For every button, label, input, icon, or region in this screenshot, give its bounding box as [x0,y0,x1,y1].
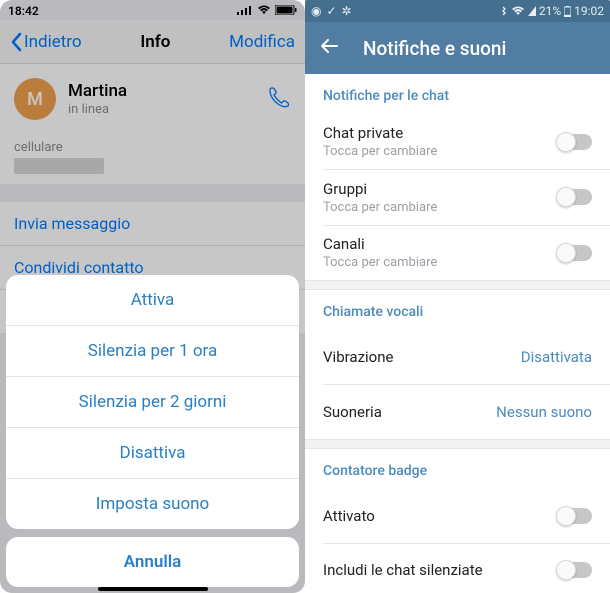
row-label: Chat private [323,124,558,142]
section-chat-title: Notifiche per le chat [305,74,610,114]
section-voice-title: Chiamate vocali [305,290,610,330]
back-label: Indietro [24,32,82,52]
row-sub: Tocca per cambiare [323,144,558,159]
android-screen: ◉ ✓ ✲ 21% 19:02 Notifiche e suoni Notifi… [305,0,610,593]
row-channels[interactable]: Canali Tocca per cambiare [305,225,610,280]
nav-title: Info [140,32,170,52]
toggle-groups[interactable] [558,189,592,205]
status-left-icons: ◉ ✓ ✲ [311,4,352,18]
status-right-icons: 21% 19:02 [502,4,604,18]
send-message-link[interactable]: Invia messaggio [0,202,305,246]
ios-screen: 18:42 Indietro Info Modifica M Martina i… [0,0,305,593]
battery-icon [275,4,297,18]
row-label: Canali [323,235,558,253]
phone-label: cellulare [14,140,291,155]
row-vibration[interactable]: Vibrazione Disattivata [305,330,610,384]
call-button[interactable] [267,85,291,113]
phone-value-redacted [14,158,104,174]
row-label: Gruppi [323,180,558,198]
toggle-include-muted[interactable] [558,562,592,578]
status-time: 18:42 [8,4,39,18]
row-groups[interactable]: Gruppi Tocca per cambiare [305,170,610,225]
telegram-icon: ◉ [311,4,321,18]
phone-field: cellulare [0,134,305,184]
contact-status: in linea [68,102,267,117]
sheet-option-set-sound[interactable]: Imposta suono [6,479,299,529]
app-bar-title: Notifiche e suoni [363,37,506,60]
section-gap [305,280,610,290]
contact-meta: Martina in linea [68,81,267,117]
check-icon: ✓ [326,4,336,18]
toggle-channels[interactable] [558,245,592,261]
ios-status-bar: 18:42 [0,0,305,20]
battery-icon [564,6,571,17]
row-value: Disattivata [521,348,592,366]
contact-header: M Martina in linea [0,64,305,134]
row-label: Includi le chat silenziate [323,561,558,579]
row-sub: Tocca per cambiare [323,200,558,215]
row-label: Attivato [323,507,558,525]
signal-icon [237,4,253,18]
vibrate-icon [502,6,508,16]
toggle-badge-enabled[interactable] [558,508,592,524]
wifi-icon [257,4,271,18]
settings-gear-icon: ✲ [342,4,352,18]
row-private-chats[interactable]: Chat private Tocca per cambiare [305,114,610,169]
action-sheet: Attiva Silenzia per 1 ora Silenzia per 2… [6,275,299,587]
sheet-option-enable[interactable]: Attiva [6,275,299,326]
toggle-private-chats[interactable] [558,134,592,150]
section-gap [305,439,610,449]
ios-nav-bar: Indietro Info Modifica [0,20,305,64]
row-label: Suoneria [323,403,496,421]
row-include-muted[interactable]: Includi le chat silenziate [305,543,610,593]
row-label: Vibrazione [323,348,521,366]
row-ringtone[interactable]: Suoneria Nessun suono [305,385,610,439]
back-button[interactable] [319,36,339,60]
android-status-bar: ◉ ✓ ✲ 21% 19:02 [305,0,610,22]
battery-percent: 21% [539,4,561,18]
status-time: 19:02 [574,4,604,18]
section-badge-title: Contatore badge [305,449,610,489]
back-button[interactable]: Indietro [10,32,82,52]
avatar[interactable]: M [14,78,56,120]
action-sheet-options: Attiva Silenzia per 1 ora Silenzia per 2… [6,275,299,529]
signal-icon [528,6,536,16]
phone-icon [267,85,291,109]
sheet-option-mute-2d[interactable]: Silenzia per 2 giorni [6,377,299,428]
chevron-left-icon [10,32,22,52]
sheet-cancel-button[interactable]: Annulla [6,537,299,587]
home-indicator [98,587,208,591]
sheet-option-disable[interactable]: Disattiva [6,428,299,479]
row-sub: Tocca per cambiare [323,255,558,270]
android-app-bar: Notifiche e suoni [305,22,610,74]
row-value: Nessun suono [496,403,592,421]
settings-list[interactable]: Notifiche per le chat Chat private Tocca… [305,74,610,593]
wifi-icon [511,6,525,16]
row-badge-enabled[interactable]: Attivato [305,489,610,543]
status-indicators [237,4,297,18]
contact-name: Martina [68,81,267,101]
sheet-option-mute-1h[interactable]: Silenzia per 1 ora [6,326,299,377]
edit-button[interactable]: Modifica [229,32,295,52]
arrow-left-icon [319,36,339,56]
